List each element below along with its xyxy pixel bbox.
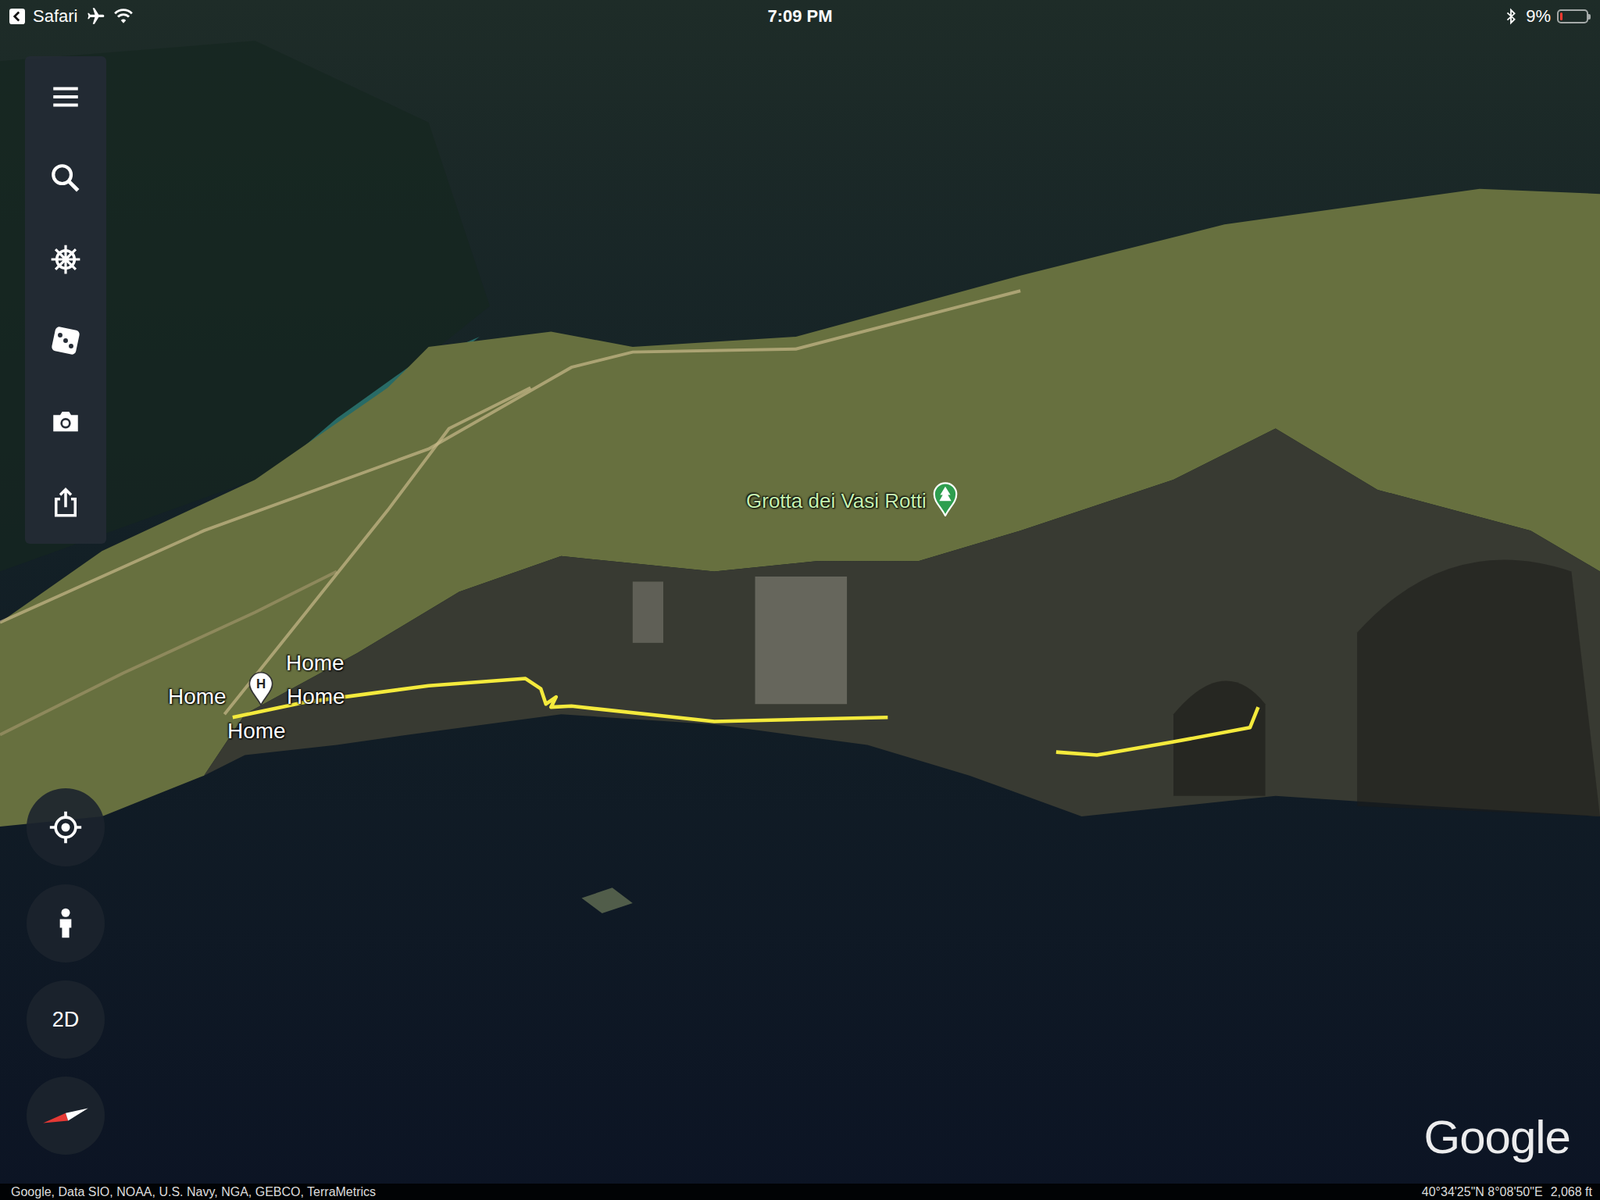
coordinates: 40°34'25"N 8°08'50"E bbox=[1421, 1185, 1543, 1200]
airplane-icon bbox=[85, 6, 106, 27]
share-button[interactable] bbox=[25, 462, 107, 544]
ship-wheel-icon[interactable] bbox=[49, 242, 83, 276]
map-controls: 2D bbox=[26, 788, 105, 1155]
wifi-icon bbox=[113, 6, 134, 27]
google-logo: Google bbox=[1424, 1110, 1571, 1165]
place-label[interactable]: Grotta dei Vasi Rotti bbox=[746, 485, 960, 517]
side-toolbar bbox=[25, 56, 107, 544]
status-bar: Safari 7:09 PM 9% bbox=[0, 0, 1600, 33]
menu-button[interactable] bbox=[25, 56, 107, 138]
battery-icon bbox=[1557, 9, 1591, 24]
camera-icon[interactable] bbox=[49, 405, 83, 439]
compass-button[interactable] bbox=[26, 1076, 105, 1155]
altitude: 2,068 ft bbox=[1550, 1185, 1593, 1200]
my-location-button[interactable] bbox=[26, 788, 105, 867]
compass-icon[interactable] bbox=[40, 1090, 91, 1141]
svg-text:H: H bbox=[256, 676, 266, 692]
dice-icon[interactable] bbox=[49, 324, 83, 358]
map-canvas[interactable] bbox=[0, 0, 1600, 1200]
tree-pin-icon[interactable] bbox=[931, 480, 960, 517]
snapshot-button[interactable] bbox=[25, 381, 107, 463]
voyager-button[interactable] bbox=[25, 218, 107, 300]
map-label[interactable]: Home bbox=[286, 684, 346, 710]
bluetooth-icon bbox=[1502, 7, 1520, 25]
menu-icon[interactable] bbox=[49, 80, 83, 114]
back-label[interactable]: Safari bbox=[32, 6, 78, 27]
share-icon[interactable] bbox=[49, 486, 83, 520]
battery-percent: 9% bbox=[1525, 6, 1551, 27]
helipad-pin-icon[interactable]: H bbox=[246, 670, 275, 707]
google-earth-screen: HomeHomeHomeHome H Grotta dei Vasi Rotti… bbox=[0, 0, 1600, 1200]
track-line bbox=[1056, 707, 1259, 755]
track-line bbox=[232, 678, 889, 722]
search-button[interactable] bbox=[25, 137, 107, 219]
crosshair-icon[interactable] bbox=[48, 810, 83, 845]
clock: 7:09 PM bbox=[767, 6, 833, 27]
attribution: Google, Data SIO, NOAA, U.S. Navy, NGA, … bbox=[10, 1185, 376, 1200]
map-label[interactable]: Home bbox=[285, 650, 345, 676]
attribution-bar: Google, Data SIO, NOAA, U.S. Navy, NGA, … bbox=[0, 1183, 1600, 1200]
feeling-lucky-button[interactable] bbox=[25, 300, 107, 382]
street-view-button[interactable] bbox=[26, 884, 105, 963]
map-label[interactable]: Home bbox=[227, 718, 286, 744]
map-label[interactable]: Home bbox=[167, 684, 227, 710]
back-icon[interactable] bbox=[9, 8, 25, 25]
pegman-icon[interactable] bbox=[48, 906, 83, 941]
view-toggle-button[interactable]: 2D bbox=[26, 980, 105, 1059]
search-icon[interactable] bbox=[49, 161, 83, 195]
